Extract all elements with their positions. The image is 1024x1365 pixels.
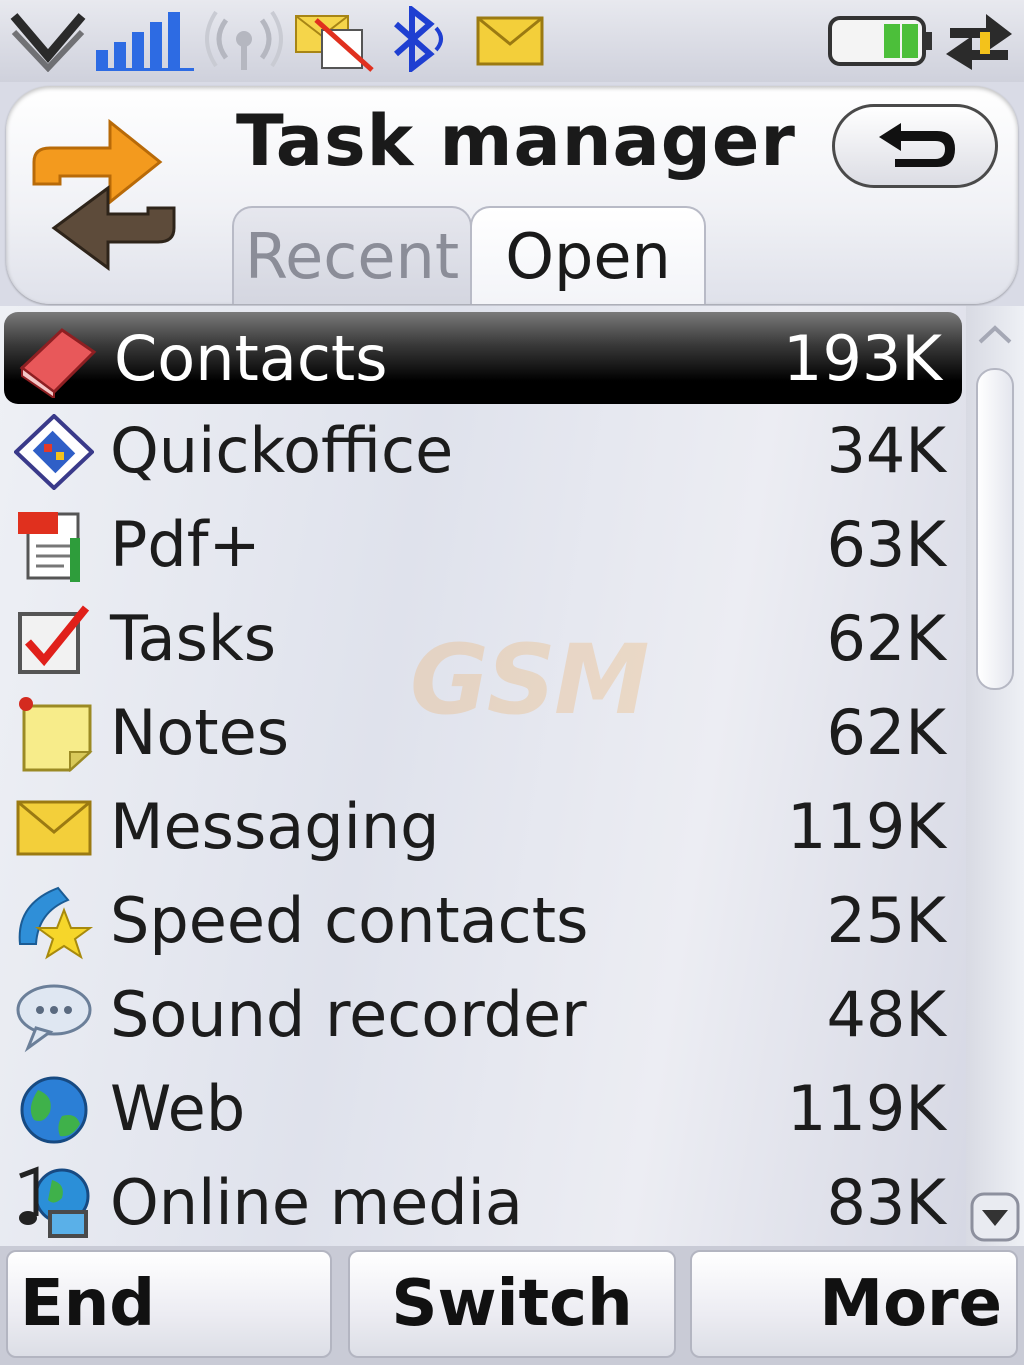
task-manager-icon bbox=[32, 118, 176, 271]
list-item-sound-recorder[interactable]: Sound recorder 48K bbox=[0, 968, 966, 1062]
radio-antenna-icon bbox=[205, 10, 283, 70]
contacts-book-icon bbox=[19, 328, 97, 398]
header: Task manager Recent Open bbox=[6, 86, 1018, 304]
open-apps-list: GSM Contacts 193K Quickoffice 34K Pdf+ 6… bbox=[0, 306, 966, 1246]
globe-icon bbox=[20, 1076, 88, 1144]
chevron-down-icon[interactable] bbox=[8, 6, 88, 72]
notes-sticky-icon bbox=[19, 697, 93, 772]
list-item-web[interactable]: Web 119K bbox=[0, 1062, 966, 1156]
battery-icon bbox=[828, 16, 932, 66]
list-item-label: Pdf+ bbox=[110, 508, 261, 581]
list-item-size: 34K bbox=[826, 414, 946, 487]
list-item-size: 119K bbox=[787, 1072, 946, 1145]
list-item-contacts[interactable]: Contacts 193K bbox=[4, 312, 962, 404]
pdf-icon bbox=[18, 512, 80, 582]
list-item-size: 193K bbox=[783, 322, 942, 395]
page-title: Task manager bbox=[236, 100, 796, 182]
list-item-label: Speed contacts bbox=[110, 884, 589, 957]
back-arrow-icon bbox=[879, 123, 955, 167]
new-message-envelope-icon bbox=[476, 16, 544, 66]
envelope-icon bbox=[16, 800, 92, 856]
list-item-label: Contacts bbox=[114, 322, 388, 395]
softkey-bar: End Switch More bbox=[0, 1246, 1024, 1365]
scroll-up-arrow-icon[interactable] bbox=[970, 310, 1020, 360]
end-button[interactable]: End bbox=[6, 1250, 332, 1358]
quickoffice-icon bbox=[14, 414, 94, 490]
list-item-speed-contacts[interactable]: Speed contacts 25K bbox=[0, 874, 966, 968]
list-item-quickoffice[interactable]: Quickoffice 34K bbox=[0, 404, 966, 498]
list-item-size: 62K bbox=[826, 696, 946, 769]
status-bar bbox=[0, 0, 1024, 82]
list-item-pdf[interactable]: Pdf+ 63K bbox=[0, 498, 966, 592]
list-item-size: 83K bbox=[826, 1166, 946, 1239]
list-item-label: Tasks bbox=[110, 602, 277, 675]
tab-open[interactable]: Open bbox=[470, 206, 706, 304]
switch-button[interactable]: Switch bbox=[348, 1250, 676, 1358]
list-item-label: Messaging bbox=[110, 790, 440, 863]
tab-recent[interactable]: Recent bbox=[232, 206, 472, 304]
back-button[interactable] bbox=[832, 104, 998, 188]
data-transfer-icon bbox=[946, 14, 1012, 70]
list-item-notes[interactable]: Notes 62K bbox=[0, 686, 966, 780]
scrollbar-thumb[interactable] bbox=[976, 368, 1014, 690]
list-item-label: Quickoffice bbox=[110, 414, 454, 487]
list-item-size: 48K bbox=[826, 978, 946, 1051]
list-item-label: Web bbox=[110, 1072, 246, 1145]
list-item-label: Sound recorder bbox=[110, 978, 587, 1051]
tasks-checkbox-icon bbox=[18, 605, 90, 674]
signal-strength-icon bbox=[96, 12, 194, 71]
list-item-online-media[interactable]: Online media 83K bbox=[0, 1156, 966, 1250]
list-item-label: Online media bbox=[110, 1166, 523, 1239]
list-item-size: 63K bbox=[826, 508, 946, 581]
scrollbar[interactable] bbox=[966, 306, 1024, 1246]
list-item-messaging[interactable]: Messaging 119K bbox=[0, 780, 966, 874]
scroll-down-arrow-icon[interactable] bbox=[970, 1192, 1020, 1242]
speed-contacts-star-icon bbox=[18, 886, 94, 960]
list-item-size: 62K bbox=[826, 602, 946, 675]
message-forward-off-icon bbox=[295, 15, 374, 72]
online-media-icon bbox=[19, 1166, 90, 1238]
list-item-size: 25K bbox=[826, 884, 946, 957]
list-item-label: Notes bbox=[110, 696, 290, 769]
bluetooth-icon bbox=[394, 6, 443, 72]
speech-bubble-icon bbox=[16, 984, 92, 1053]
list-item-tasks[interactable]: Tasks 62K bbox=[0, 592, 966, 686]
list-item-size: 119K bbox=[787, 790, 946, 863]
more-button[interactable]: More bbox=[690, 1250, 1018, 1358]
